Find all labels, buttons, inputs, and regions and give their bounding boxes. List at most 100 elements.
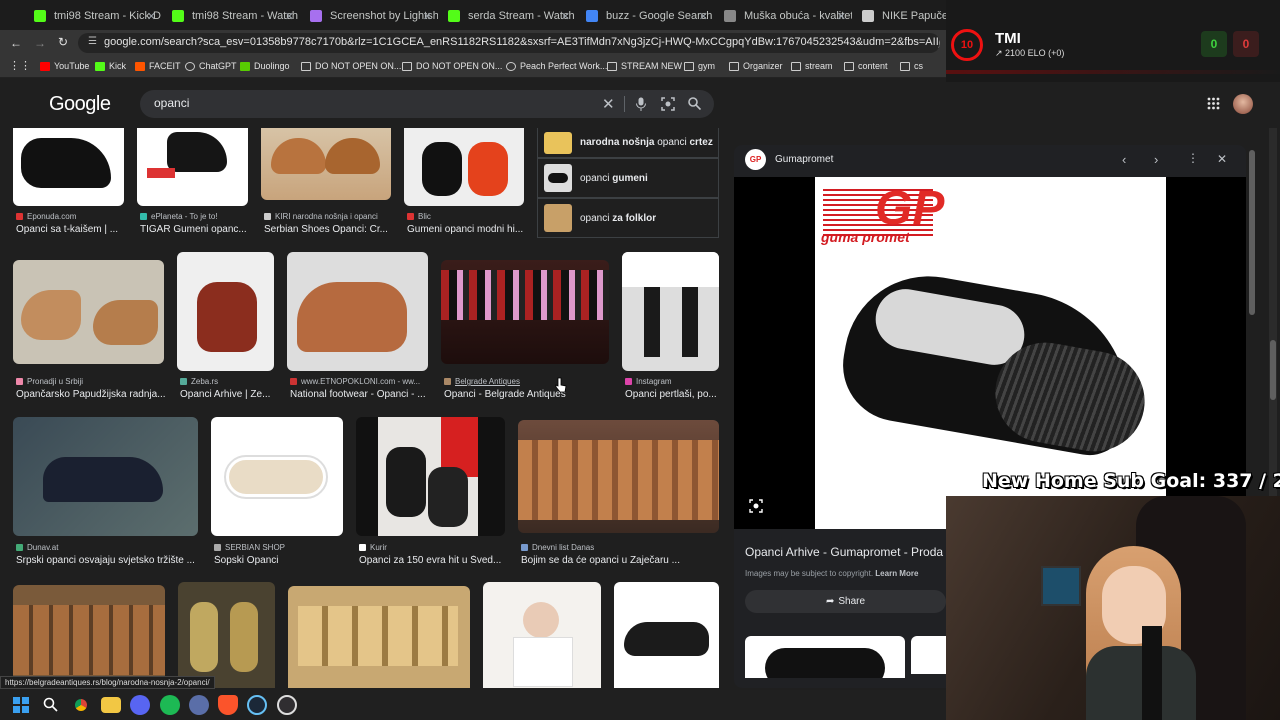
result-image[interactable] [137,128,248,206]
tab-2[interactable]: Screenshot by Lightshot ✕ [302,4,438,28]
panel-scrollbar-thumb[interactable] [1249,150,1255,315]
chrome-icon[interactable] [71,695,91,715]
bookmark-youtube[interactable]: YouTube [40,61,89,71]
result-image[interactable] [13,417,198,536]
obs-icon[interactable] [277,695,297,715]
result-title[interactable]: Opanci Arhive | Ze... [180,389,275,400]
bookmark-folder-2[interactable]: DO NOT OPEN ON... [402,61,502,71]
result-image[interactable] [288,586,470,688]
tab-4[interactable]: buzz - Google Search ✕ [578,4,714,28]
related-image[interactable] [745,636,905,678]
result-source[interactable]: Belgrade Antiques [444,377,520,386]
result-image[interactable] [13,260,164,364]
result-image[interactable] [261,128,391,200]
result-image[interactable] [483,582,601,688]
result-source[interactable]: ePlaneta - To je to! [140,212,218,221]
bookmark-chatgpt[interactable]: ChatGPT [185,61,237,71]
tab-close-icon[interactable]: ✕ [423,10,432,23]
reload-icon[interactable]: ↻ [58,35,68,49]
result-image[interactable] [13,128,124,206]
close-icon[interactable]: ✕ [1217,152,1227,166]
back-icon[interactable]: ← [10,36,22,50]
windows-start-icon[interactable] [13,697,29,713]
tab-close-icon[interactable]: ✕ [561,10,570,23]
result-source[interactable]: Instagram [625,377,672,386]
result-image[interactable] [441,260,609,364]
result-source[interactable]: www.ETNOPOKLONI.com - ww... [290,377,420,386]
result-source[interactable]: Zeba.rs [180,377,218,386]
result-image[interactable] [178,582,275,688]
related-search-item[interactable]: narodna nošnja opanci crtez [537,128,719,158]
brave-icon[interactable] [218,695,238,715]
panel-source[interactable]: Gumapromet [775,154,833,165]
result-title[interactable]: Gumeni opanci modni hi... [407,224,525,235]
result-title[interactable]: Opančarsko Papudžijska radnja... [16,389,166,400]
next-icon[interactable]: › [1154,152,1158,167]
related-search-item[interactable]: opanci gumeni [537,158,719,198]
bookmark-duolingo[interactable]: Duolingo [240,61,290,71]
result-title[interactable]: Opanci sa t-kaišem | ... [16,224,126,235]
steam-icon[interactable] [247,695,267,715]
result-title[interactable]: Bojim se da će opanci u Zaječaru ... [521,555,721,566]
result-image[interactable] [622,252,719,371]
search-taskbar-icon[interactable] [43,697,58,712]
bookmark-peach[interactable]: Peach Perfect Work... [506,61,607,71]
learn-more-link[interactable]: Learn More [875,569,918,578]
tab-0[interactable]: tmi98 Stream - Kick D ✕ [26,4,162,28]
result-image[interactable] [13,585,165,688]
bookmark-content[interactable]: content [844,61,888,71]
file-explorer-icon[interactable] [101,697,121,713]
search-input[interactable] [154,96,554,110]
result-image[interactable] [404,128,524,206]
apps-grid-icon[interactable] [1207,97,1220,110]
discord-icon[interactable] [130,695,150,715]
spotify-icon[interactable] [160,695,180,715]
bookmark-folder-1[interactable]: DO NOT OPEN ON... [301,61,401,71]
more-options-icon[interactable]: ⋮ [1187,151,1199,165]
result-image[interactable] [287,252,428,371]
result-source[interactable]: KIRI narodna nošnja i opanci [264,212,378,221]
share-button[interactable]: ➦ Share [745,590,946,613]
bookmark-kick[interactable]: Kick [95,61,126,71]
result-image[interactable] [177,252,274,371]
forward-icon[interactable]: → [34,36,46,50]
result-image[interactable] [356,417,505,536]
result-source[interactable]: Kurir [359,543,387,552]
result-image[interactable] [518,420,719,533]
site-info-icon[interactable]: ☰ [88,36,97,47]
address-bar[interactable]: google.com/search?sca_esv=01358b9778c717… [78,33,940,53]
panel-title[interactable]: Opanci Arhive - Gumapromet - Proda [745,545,946,559]
bookmark-faceit[interactable]: FACEIT [135,61,181,71]
bookmark-stream-new[interactable]: STREAM NEW [607,61,682,71]
related-image[interactable] [911,636,946,674]
google-logo[interactable]: Google [49,93,111,116]
result-title[interactable]: Šopski Opanci [214,555,344,566]
bookmark-organizer[interactable]: Organizer [729,61,783,71]
app-icon[interactable] [189,695,209,715]
result-title[interactable]: Srpski opanci osvajaju svjetsko tržište … [16,555,201,566]
search-icon[interactable] [688,97,701,110]
bookmark-stream[interactable]: stream [791,61,833,71]
avatar[interactable] [1233,94,1253,114]
clear-icon[interactable]: ✕ [602,95,615,113]
tab-close-icon[interactable]: ✕ [147,10,156,23]
tab-1[interactable]: tmi98 Stream - Watch Liv✕ [164,4,300,28]
apps-icon[interactable]: ⋮⋮ [9,59,31,72]
result-source[interactable]: Blic [407,212,431,221]
prev-icon[interactable]: ‹ [1122,152,1126,167]
bookmark-gym[interactable]: gym [684,61,715,71]
result-source[interactable]: Pronadji u Srbiji [16,377,83,386]
scrollbar-thumb[interactable] [1270,340,1276,400]
search-box[interactable] [140,90,714,118]
result-source[interactable]: SERBIAN SHOP [214,543,285,552]
result-source[interactable]: Dunav.at [16,543,58,552]
result-title[interactable]: Opanci za 150 evra hit u Šved... [359,555,509,566]
result-title[interactable]: Serbian Shoes Opanci: Cr... [264,224,394,235]
lens-search-icon[interactable] [749,499,763,513]
result-image[interactable] [211,417,343,536]
tab-close-icon[interactable]: ✕ [837,10,846,23]
result-image[interactable] [614,582,719,688]
microphone-icon[interactable] [635,97,647,111]
tab-close-icon[interactable]: ✕ [699,10,708,23]
tab-3[interactable]: serda Stream - Watch Liv✕ [440,4,576,28]
